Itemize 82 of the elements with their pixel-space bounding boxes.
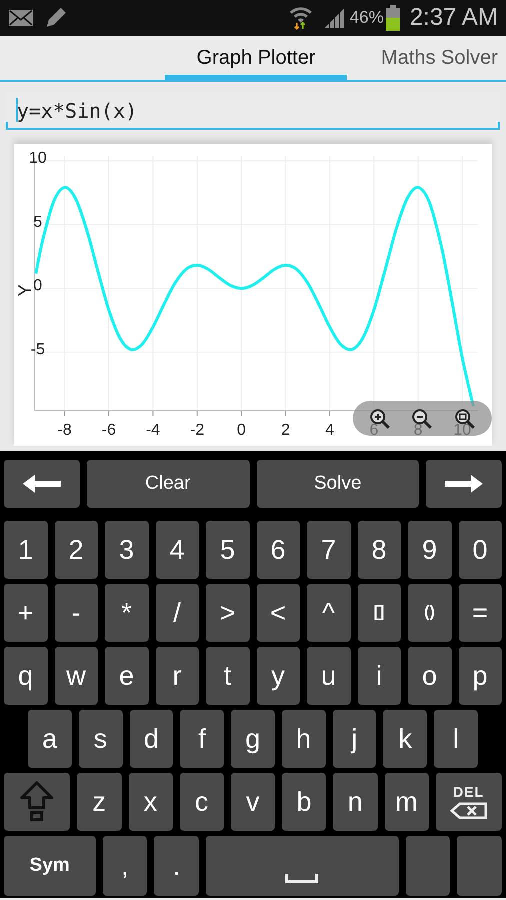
keyboard-key[interactable]: f [180, 710, 224, 768]
keyboard-key[interactable]: 8 [358, 521, 401, 579]
keyboard-key[interactable]: q [4, 647, 48, 705]
keyboard-key[interactable]: m [384, 773, 429, 831]
keyboard-key[interactable]: h [282, 710, 326, 768]
clock-time: 2:37 AM [410, 4, 498, 32]
arrow-left-icon [20, 474, 63, 494]
right-arrow-key[interactable] [426, 460, 502, 508]
keyboard-key[interactable]: 9 [408, 521, 452, 579]
keyboard-key[interactable]: g [231, 710, 275, 768]
battery-percentage: 46% [350, 8, 384, 28]
x-tick-label: -6 [102, 422, 116, 439]
keyboard-key[interactable]: n [333, 773, 378, 831]
pencil-icon [44, 6, 68, 30]
keyboard-key[interactable]: > [206, 584, 250, 642]
keyboard-key[interactable]: < [256, 584, 300, 642]
keyboard-key[interactable]: l [434, 710, 478, 768]
keyboard-key[interactable]: 7 [307, 521, 350, 579]
keyboard-key[interactable]: 3 [105, 521, 148, 579]
keyboard-key[interactable]: - [54, 584, 98, 642]
tab[interactable]: Graph Plotter [165, 36, 348, 80]
x-tick-label: -8 [58, 422, 72, 439]
x-tick-label: -2 [190, 422, 205, 439]
x-tick-label: 8 [414, 422, 423, 439]
space-bar-icon [285, 874, 320, 884]
battery-icon [386, 5, 400, 31]
keyboard-key[interactable]: a [28, 710, 72, 768]
keyboard-key[interactable]: j [332, 710, 376, 768]
action-key[interactable]: Solve [256, 460, 420, 508]
keyboard-key[interactable]: + [4, 584, 48, 642]
keyboard-key[interactable]: z [77, 773, 122, 831]
y-axis-label: Y [15, 284, 35, 297]
keyboard-key[interactable]: d [130, 710, 174, 768]
keyboard-key[interactable]: v [230, 773, 276, 831]
mail-icon [8, 9, 34, 27]
keyboard-key[interactable]: e [105, 647, 148, 705]
tab[interactable]: Maths Solver [365, 36, 506, 80]
y-tick-label: -5 [30, 341, 46, 358]
keyboard-key[interactable]: u [307, 647, 350, 705]
wifi-icon [288, 5, 314, 31]
x-tick-label: 6 [370, 422, 379, 439]
keyboard-key[interactable]: w [54, 647, 98, 705]
x-tick-label: 2 [281, 422, 290, 439]
keyboard-key[interactable]: * [105, 584, 148, 642]
x-tick-label: 10 [454, 422, 472, 439]
backspace-icon [450, 802, 488, 820]
y-tick-label: 0 [34, 278, 42, 295]
keyboard-key[interactable]: 5 [206, 521, 250, 579]
shift-icon [19, 780, 56, 824]
arrow-right-icon [443, 474, 486, 494]
symbols-key[interactable]: Sym [4, 836, 96, 896]
keyboard-key[interactable]: , [102, 836, 148, 896]
x-tick-label: 0 [237, 422, 246, 439]
x-tick-label: 4 [326, 422, 334, 439]
keyboard-key[interactable]: i [358, 647, 401, 705]
keyboard-key[interactable]: c [180, 773, 224, 831]
keyboard-key[interactable]: . [154, 836, 200, 896]
keyboard-key[interactable]: o [408, 647, 452, 705]
keyboard-key[interactable]: 0 [458, 521, 502, 579]
keyboard-key[interactable]: x [128, 773, 173, 831]
keyboard-key[interactable]: = [458, 584, 502, 642]
keyboard-key[interactable]: t [206, 647, 250, 705]
keyboard-key[interactable]: / [156, 584, 199, 642]
delete-key[interactable]: DEL [436, 773, 502, 831]
keyboard-key[interactable]: 6 [256, 521, 300, 579]
keyboard-key[interactable]: k [383, 710, 428, 768]
keyboard-key[interactable]: () [408, 584, 452, 642]
keyboard-key[interactable]: y [256, 647, 300, 705]
keyboard-key[interactable]: p [458, 647, 502, 705]
keyboard-key[interactable]: s [78, 710, 123, 768]
keyboard-key[interactable]: 1 [4, 521, 48, 579]
keyboard-key[interactable]: ^ [307, 584, 350, 642]
y-tick-label: 5 [34, 214, 42, 231]
keyboard-key[interactable]: 2 [54, 521, 98, 579]
y-tick-label: 10 [29, 150, 47, 168]
keyboard-key[interactable]: b [282, 773, 326, 831]
action-key[interactable]: Clear [86, 460, 250, 508]
x-tick-label: -4 [146, 422, 160, 439]
keyboard-key[interactable]: 4 [156, 521, 199, 579]
left-arrow-key[interactable] [4, 460, 80, 508]
keyboard-key[interactable]: [] [358, 584, 401, 642]
keyboard-key[interactable]: r [156, 647, 199, 705]
